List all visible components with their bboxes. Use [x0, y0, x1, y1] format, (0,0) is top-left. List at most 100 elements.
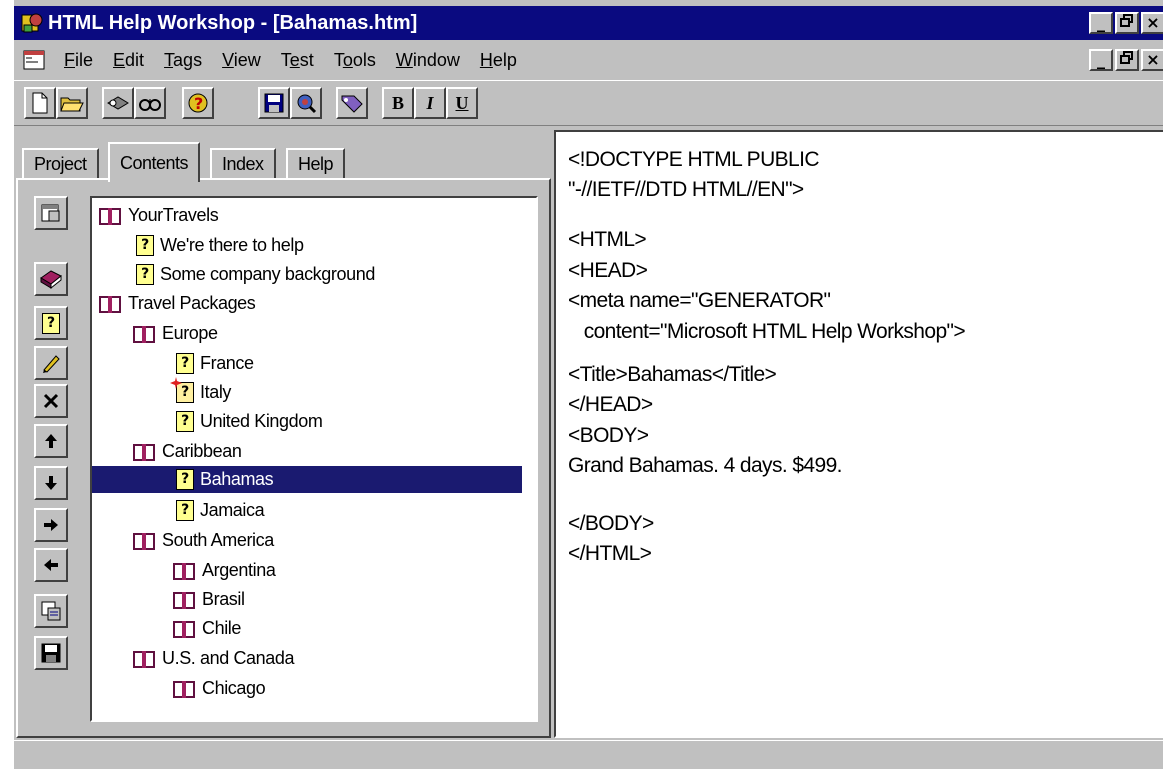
- tree-node-united-kingdom[interactable]: ? United Kingdom: [176, 408, 323, 435]
- tree-node-label: South America: [162, 530, 274, 550]
- code-line: Grand Bahamas. 4 days. $499.: [568, 454, 842, 477]
- close-button[interactable]: ×: [1141, 12, 1163, 34]
- tab-contents[interactable]: Contents: [108, 142, 201, 182]
- tab-project[interactable]: Project: [22, 148, 99, 180]
- doc-close-button[interactable]: ×: [1141, 49, 1163, 71]
- tree-node-europe[interactable]: Europe: [132, 320, 218, 347]
- help-page-icon: ?: [176, 353, 194, 374]
- menu-help[interactable]: Help: [470, 50, 527, 71]
- delete-icon[interactable]: [34, 384, 68, 418]
- help-page-icon: ?: [176, 500, 194, 521]
- save-icon[interactable]: [258, 87, 290, 119]
- help-page-icon: ?: [136, 264, 154, 285]
- book-icon: [132, 442, 156, 462]
- help-page-icon: ?: [136, 235, 154, 256]
- book-icon: [98, 294, 122, 314]
- svg-text:?: ?: [194, 94, 203, 113]
- tree-node-brasil[interactable]: Brasil: [172, 586, 245, 613]
- new-page-icon: ?: [170, 377, 194, 403]
- tree-node-label: Argentina: [202, 560, 276, 580]
- move-left-icon[interactable]: [34, 548, 68, 582]
- tree-node-label: Bahamas: [200, 469, 274, 489]
- doc-maximize-button[interactable]: [1115, 49, 1139, 71]
- menu-tools[interactable]: Tools: [324, 50, 386, 71]
- tree-node-caribbean[interactable]: Caribbean: [132, 438, 242, 465]
- compile-icon[interactable]: [102, 87, 134, 119]
- html-editor[interactable]: <!DOCTYPE HTML PUBLIC "-//IETF//DTD HTML…: [554, 130, 1163, 738]
- book-icon: [132, 531, 156, 551]
- book-icon: [172, 561, 196, 581]
- save-file-icon[interactable]: [34, 636, 68, 670]
- tree-node-argentina[interactable]: Argentina: [172, 557, 276, 584]
- menu-edit[interactable]: Edit: [103, 50, 154, 71]
- book-icon: [172, 619, 196, 639]
- tree-node-us-canada[interactable]: U.S. and Canada: [132, 645, 295, 672]
- code-line: <HTML>: [568, 228, 647, 251]
- tab-index[interactable]: Index: [210, 148, 276, 180]
- tree-node-label: YourTravels: [128, 205, 219, 225]
- code-line: "-//IETF//DTD HTML//EN">: [568, 178, 804, 201]
- book-icon: [132, 649, 156, 669]
- title-bar[interactable]: HTML Help Workshop - [Bahamas.htm] _ ×: [14, 6, 1163, 40]
- tree-node-chile[interactable]: Chile: [172, 615, 241, 642]
- tree-node-france[interactable]: ? France: [176, 350, 254, 377]
- view-compiled-icon[interactable]: [134, 87, 166, 119]
- code-line: <meta name="GENERATOR": [568, 289, 831, 312]
- maximize-button[interactable]: [1115, 12, 1139, 34]
- book-icon: [172, 590, 196, 610]
- insert-heading-icon[interactable]: [34, 262, 68, 296]
- underline-button[interactable]: U: [446, 87, 478, 119]
- insert-page-icon[interactable]: ?: [34, 306, 68, 340]
- move-up-icon[interactable]: [34, 424, 68, 458]
- menu-test[interactable]: Test: [271, 50, 324, 71]
- code-line: </HEAD>: [568, 393, 653, 416]
- minimize-button[interactable]: _: [1089, 12, 1113, 34]
- menu-tags[interactable]: Tags: [154, 50, 212, 71]
- menu-bar: File Edit Tags View Test Tools Window He…: [14, 44, 1163, 76]
- toolbar: ? B I U: [14, 80, 1163, 126]
- tree-node-help[interactable]: ? We're there to help: [136, 232, 304, 259]
- tree-node-background[interactable]: ? Some company background: [136, 261, 375, 288]
- view-html-icon[interactable]: [34, 594, 68, 628]
- tree-node-label: Chicago: [202, 678, 266, 698]
- code-line: </HTML>: [568, 542, 652, 565]
- bold-button[interactable]: B: [382, 87, 414, 119]
- book-icon: [98, 206, 122, 226]
- properties-icon[interactable]: [34, 196, 68, 230]
- tree-node-label: United Kingdom: [200, 411, 323, 431]
- doc-minimize-button[interactable]: _: [1089, 49, 1113, 71]
- tree-node-label: Caribbean: [162, 441, 242, 461]
- menu-file[interactable]: File: [54, 50, 103, 71]
- window-title: HTML Help Workshop - [Bahamas.htm]: [48, 11, 418, 34]
- tree-node-jamaica[interactable]: ? Jamaica: [176, 497, 265, 524]
- new-icon[interactable]: [24, 87, 56, 119]
- menu-window[interactable]: Window: [386, 50, 470, 71]
- tree-node-south-america[interactable]: South America: [132, 527, 274, 554]
- wizard-icon[interactable]: ?: [182, 87, 214, 119]
- code-line: <HEAD>: [568, 259, 648, 282]
- document-icon[interactable]: [22, 48, 48, 72]
- tree-node-label: Europe: [162, 323, 218, 343]
- help-page-icon: ?: [176, 411, 194, 432]
- tree-node-label: France: [200, 353, 254, 373]
- menu-view[interactable]: View: [212, 50, 271, 71]
- tree-node-italy[interactable]: ? Italy: [170, 377, 231, 406]
- code-line: content="Microsoft HTML Help Workshop">: [568, 320, 966, 343]
- tag-icon[interactable]: [336, 87, 368, 119]
- book-icon: [132, 324, 156, 344]
- tree-node-label: U.S. and Canada: [162, 648, 295, 668]
- tree-node-travel-packages[interactable]: Travel Packages: [98, 290, 256, 317]
- tree-node-chicago[interactable]: Chicago: [172, 675, 266, 702]
- move-right-icon[interactable]: [34, 508, 68, 542]
- move-down-icon[interactable]: [34, 466, 68, 500]
- italic-button[interactable]: I: [414, 87, 446, 119]
- tab-help[interactable]: Help: [286, 148, 346, 180]
- tree-node-bahamas[interactable]: ? Bahamas: [92, 466, 522, 493]
- edit-icon[interactable]: [34, 346, 68, 380]
- open-icon[interactable]: [56, 87, 88, 119]
- tree-node-label: Some company background: [160, 264, 375, 284]
- tree-node-yourtravels[interactable]: YourTravels: [98, 202, 219, 229]
- code-line: <BODY>: [568, 424, 649, 447]
- preview-icon[interactable]: [290, 87, 322, 119]
- contents-tree[interactable]: YourTravels ? We're there to help ? Some…: [90, 196, 538, 722]
